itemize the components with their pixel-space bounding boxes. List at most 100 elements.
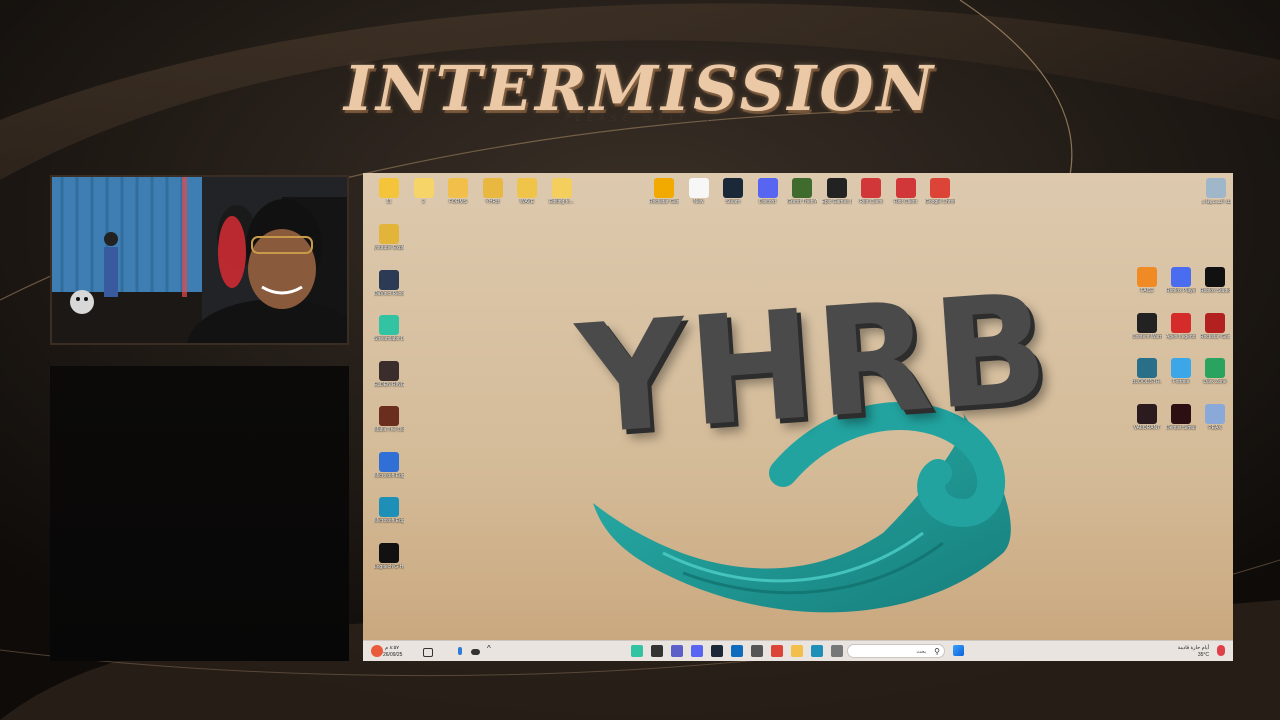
- fortnite-icon: [1171, 358, 1191, 378]
- desktop-shortcut[interactable]: Grand Theft Auto V: [787, 178, 817, 205]
- streamlabs-icon: [379, 315, 399, 335]
- intermission-subtitle: PLEASE WAIT...: [564, 114, 716, 124]
- discord-icon: [757, 178, 778, 198]
- desktop-shortcut[interactable]: 11: [374, 178, 404, 205]
- steam-icon[interactable]: [711, 645, 723, 657]
- outlook-icon[interactable]: [731, 645, 743, 657]
- desktop-shortcut-label: Mafia The Old...: [374, 427, 404, 433]
- logitech-icon: [379, 542, 399, 563]
- edge-icon[interactable]: [811, 645, 823, 657]
- desktop-shortcut[interactable]: Rockstar Games: [1200, 312, 1230, 340]
- desktop-shortcut[interactable]: Roblox Studio: [1200, 267, 1230, 294]
- desktop-shortcut-label: Rockstar Games: [1200, 333, 1230, 340]
- store-icon[interactable]: [751, 645, 763, 657]
- folder-icon: [448, 178, 468, 198]
- desktop-shortcut[interactable]: Epic Games Launcher: [822, 178, 852, 205]
- task-view-icon[interactable]: [831, 645, 843, 657]
- desktop-shortcut[interactable]: BLOODSTR...: [1132, 358, 1162, 385]
- riot-icon: [895, 178, 916, 198]
- file-explorer-icon[interactable]: [791, 645, 803, 657]
- desktop-shortcut[interactable]: Content Warning: [1132, 312, 1162, 340]
- desktop-shortcut-label: Rockstar Games L...: [649, 199, 679, 205]
- desktop-shortcut[interactable]: DaVinci Resolve: [374, 269, 404, 297]
- desktop-shortcut-label: Microsoft Edge: [374, 472, 404, 479]
- taskbar-search[interactable]: بحث ⚲: [847, 644, 945, 658]
- folder-icon: [379, 224, 399, 244]
- desktop-shortcut[interactable]: Streamlabs Desktop: [374, 315, 404, 342]
- teams-icon[interactable]: [671, 645, 683, 657]
- discord-icon[interactable]: [691, 645, 703, 657]
- desktop-shortcut-label: Logitech G HUB: [374, 563, 404, 570]
- weather-alert-icon[interactable]: [1217, 645, 1225, 656]
- folder-icon: [413, 178, 434, 198]
- search-icon: ⚲: [934, 647, 940, 656]
- desktop-shortcut-label: Roblox Player: [1166, 288, 1196, 294]
- obs-icon[interactable]: [651, 645, 663, 657]
- folder-icon: [482, 178, 503, 198]
- desktop-shortcut-label: Microsoft Edge: [374, 518, 404, 524]
- desktop-shortcut[interactable]: WAVE: [512, 178, 542, 205]
- desktop-shortcut[interactable]: PEAK: [1200, 403, 1230, 431]
- desktop-shortcut[interactable]: Dark Zone: [1200, 358, 1230, 385]
- desktop-shortcut-label: Discord: [759, 199, 776, 205]
- gta-icon: [792, 178, 812, 198]
- desktop-shortcut-label: FACE: [1140, 288, 1154, 294]
- valorant-icon: [1137, 403, 1157, 424]
- desktop-shortcut[interactable]: Discord: [753, 178, 783, 205]
- desktop-shortcut[interactable]: 2: [409, 178, 439, 205]
- weather-icon[interactable]: [371, 645, 383, 657]
- desktop-shortcut[interactable]: Editing fo...: [547, 178, 577, 205]
- desktop-shortcut[interactable]: Apex Legends: [1166, 312, 1196, 340]
- chrome-icon[interactable]: [771, 645, 783, 657]
- desktop-shortcut[interactable]: New: [684, 178, 714, 205]
- desktop-shortcut[interactable]: Dentist Simulator: [1166, 403, 1196, 431]
- desktop-shortcut[interactable]: FORMS: [443, 178, 473, 205]
- desktop-shortcut-label: Editing fo...: [548, 199, 574, 205]
- gear-app-icon: [379, 451, 399, 472]
- desktop-shortcut[interactable]: ELDEN RING...: [374, 360, 404, 388]
- desktop-shortcut[interactable]: Microsoft Edge: [374, 451, 404, 479]
- streamlabs-icon[interactable]: [631, 645, 643, 657]
- desktop-shortcut-label: Content Warning: [1132, 333, 1162, 340]
- cloud-icon[interactable]: [471, 649, 480, 655]
- desktop-shortcut-label: Grand Theft Auto V: [787, 199, 817, 205]
- desktop-shortcut[interactable]: Rockstar Games L...: [649, 178, 679, 205]
- desktop-shortcut[interactable]: Steam: [718, 178, 748, 205]
- monitor-icon[interactable]: [423, 648, 433, 657]
- wallpaper-logo-text: YHRB: [572, 261, 1056, 469]
- desktop-shortcut-label: Dentist Simulator: [1166, 424, 1196, 431]
- desktop-shortcut-label: Fortnite: [1172, 379, 1190, 385]
- desktop-shortcut[interactable]: Fortnite: [1166, 358, 1196, 385]
- desktop-shortcut[interactable]: Riot Client: [856, 178, 886, 205]
- desktop-shortcut[interactable]: FACE: [1132, 267, 1162, 294]
- desktop-shortcut-label: BLOODSTR...: [1132, 379, 1162, 385]
- desktop-shortcut[interactable]: Roblox Player: [1166, 267, 1196, 294]
- chrome-icon: [930, 178, 950, 198]
- desktop-shortcut[interactable]: Logitech G HUB: [374, 542, 404, 570]
- microphone-icon[interactable]: [458, 647, 462, 655]
- desktop-shortcut[interactable]: Mafia The Old...: [374, 406, 404, 433]
- desktop-shortcut-label: Steam: [725, 199, 741, 205]
- desktop-shortcut[interactable]: youtube Explorer: [374, 224, 404, 251]
- game-icon: [1205, 403, 1225, 424]
- desktop-shortcut[interactable]: سلة المحذوفات: [1201, 178, 1231, 205]
- start-button-icon[interactable]: [953, 645, 964, 656]
- game-icon: [1137, 358, 1157, 378]
- desktop-shortcut[interactable]: VALORANT: [1132, 403, 1162, 431]
- desktop-shortcut[interactable]: YHRB: [478, 178, 508, 205]
- desktop-shortcut[interactable]: Riot Client: [891, 178, 921, 205]
- chevron-up-icon[interactable]: ^: [487, 645, 491, 653]
- desktop-shortcut-label: Riot Client: [893, 199, 918, 205]
- desktop-shortcut-label: 11: [386, 199, 392, 205]
- recycle-bin-icon: [1206, 178, 1226, 198]
- desktop-shortcut-label: New: [693, 199, 704, 205]
- desktop-shortcut[interactable]: Microsoft Edge: [374, 497, 404, 524]
- desktop-shortcut-label: PEAK: [1208, 424, 1222, 431]
- desktop-shortcut-label: WAVE: [519, 199, 535, 205]
- chat-panel: [50, 366, 349, 661]
- document-icon: [688, 178, 709, 198]
- taskbar: ٨:٥٧ م 26/09/25 ^ بحث ⚲ أيام حارة قادمة …: [363, 640, 1233, 661]
- car-icon: [1205, 312, 1225, 333]
- elden-ring-icon: [379, 360, 399, 381]
- desktop-shortcut[interactable]: Google Chrome: [925, 178, 955, 205]
